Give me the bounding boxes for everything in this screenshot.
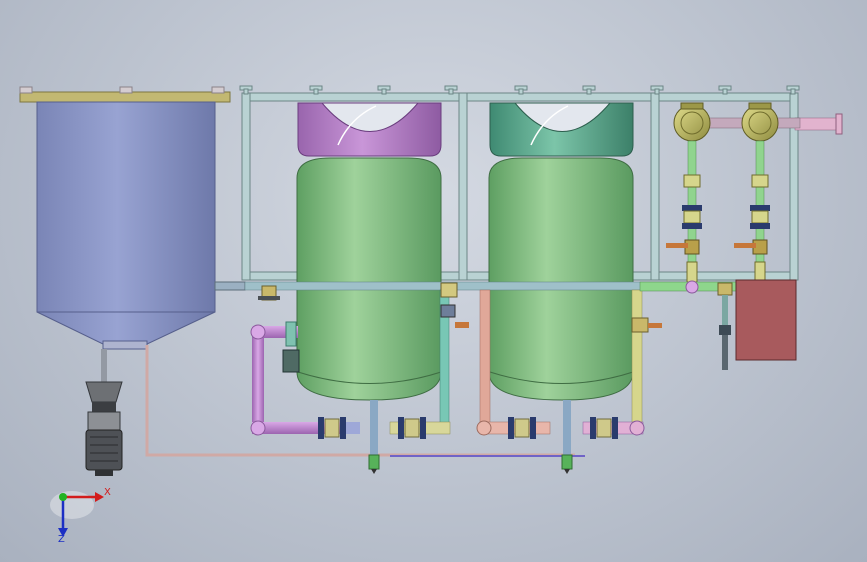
x-axis-arrow (95, 492, 104, 502)
agitator-pump[interactable] (85, 349, 123, 476)
storage-tank[interactable] (19, 86, 246, 350)
x-axis-label: X (104, 487, 111, 498)
control-box[interactable] (735, 279, 797, 361)
axis-triad: X Z (50, 487, 111, 545)
flow-meter-2[interactable] (734, 102, 779, 283)
bottom-flanges (318, 417, 618, 439)
z-axis-label: Z (58, 534, 65, 545)
y-axis-dot (59, 493, 67, 501)
flow-meter-1[interactable] (666, 102, 711, 283)
cad-viewport[interactable]: X Z (0, 0, 867, 562)
piping-assembly-model[interactable]: X Z (0, 0, 867, 562)
